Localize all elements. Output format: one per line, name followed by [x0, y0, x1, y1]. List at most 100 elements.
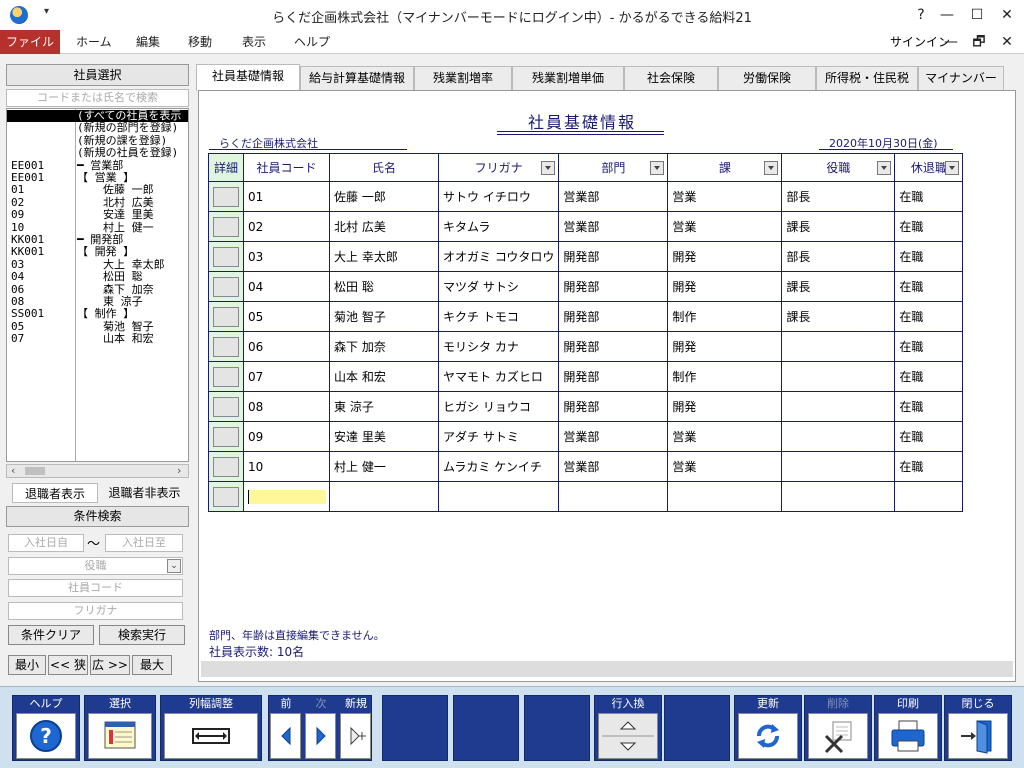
table-cell[interactable]: 在職	[894, 421, 964, 452]
table-cell[interactable]: 課長	[781, 271, 896, 302]
width-narrow-button[interactable]: << 狭	[48, 655, 88, 675]
tree-item[interactable]: 08 東 涼子	[7, 296, 188, 308]
tree-horizontal-scrollbar[interactable]: ‹ ›	[6, 464, 189, 478]
table-cell[interactable]: 森下 加奈	[329, 331, 439, 362]
help-button[interactable]: ヘルプ ?	[12, 695, 80, 761]
table-cell[interactable]: 開発	[667, 271, 783, 302]
table-cell[interactable]: 在職	[894, 271, 964, 302]
role-select[interactable]: 役職 ⌄	[8, 557, 183, 575]
tree-item[interactable]: (新規の部門を登録)	[7, 122, 188, 134]
detail-button[interactable]	[213, 486, 239, 507]
table-cell[interactable]: 北村 広美	[329, 211, 439, 242]
tree-item[interactable]: 01 佐藤 一郎	[7, 184, 188, 196]
empty-cell[interactable]	[437, 481, 560, 512]
table-row[interactable]: 01 佐藤 一郎 サトウ イチロウ 営業部 営業 部長 在職	[208, 181, 964, 212]
table-cell[interactable]: キクチ トモコ	[437, 301, 560, 332]
table-cell[interactable]: 部長	[781, 181, 896, 212]
table-cell[interactable]: オオガミ コウタロウ	[437, 241, 560, 272]
tree-item[interactable]: 07 山本 和宏	[7, 333, 188, 345]
table-cell[interactable]: 営業部	[558, 211, 669, 242]
table-cell[interactable]: 村上 健一	[329, 451, 439, 482]
table-cell[interactable]: ヤマモト カズヒロ	[437, 361, 560, 392]
detail-button[interactable]	[213, 426, 239, 447]
menu-move[interactable]: 移動	[188, 30, 212, 54]
table-cell[interactable]: 開発	[667, 391, 783, 422]
tree-item[interactable]: 09 安達 里美	[7, 209, 188, 221]
table-cell[interactable]: 営業	[667, 421, 783, 452]
table-cell[interactable]: 制作	[667, 361, 783, 392]
prev-button[interactable]: 前	[269, 696, 303, 762]
table-cell[interactable]: 営業	[667, 451, 783, 482]
table-cell[interactable]: マツダ サトシ	[437, 271, 560, 302]
empty-cell[interactable]	[894, 481, 964, 512]
table-cell[interactable]: 営業	[667, 211, 783, 242]
table-cell[interactable]: 在職	[894, 331, 964, 362]
next-button[interactable]: 次	[304, 696, 338, 762]
column-header[interactable]: 部門	[558, 153, 669, 182]
empty-cell[interactable]	[558, 481, 669, 512]
tree-item[interactable]: 02 北村 広美	[7, 196, 188, 209]
filter-dropdown-icon[interactable]	[945, 161, 960, 175]
employee-tree[interactable]: (すべての社員を表示 (新規の部門を登録) (新規の課を登録) (新規の社員を登録) E…	[6, 108, 189, 462]
table-row[interactable]: 05 菊池 智子 キクチ トモコ 開発部 制作 課長 在職	[208, 301, 964, 332]
width-max-button[interactable]: 最大	[132, 655, 172, 675]
tab-3[interactable]: 残業割増単価	[512, 66, 624, 90]
empty-cell[interactable]	[667, 481, 783, 512]
table-cell[interactable]: 大上 幸太郎	[329, 241, 439, 272]
update-button[interactable]: 更新	[734, 695, 802, 761]
table-cell[interactable]	[781, 421, 896, 452]
clear-conditions-button[interactable]: 条件クリア	[8, 625, 94, 645]
table-cell[interactable]: ヒガシ リョウコ	[437, 391, 560, 422]
table-cell[interactable]: キタムラ	[437, 211, 560, 242]
column-header[interactable]: 役職	[781, 153, 896, 182]
filter-dropdown-icon[interactable]	[650, 161, 665, 175]
table-cell[interactable]: 営業部	[558, 181, 669, 212]
detail-button[interactable]	[213, 276, 239, 297]
column-header[interactable]: フリガナ	[437, 153, 560, 182]
table-cell[interactable]	[781, 391, 896, 422]
table-row[interactable]: 02 北村 広美 キタムラ 営業部 営業 課長 在職	[208, 211, 964, 242]
tree-item[interactable]: 10 村上 健一	[7, 221, 188, 234]
table-cell[interactable]: 営業部	[558, 421, 669, 452]
table-cell[interactable]: 10	[243, 451, 330, 482]
row-swap-button[interactable]: 行入換	[594, 695, 662, 761]
table-cell[interactable]: 08	[243, 391, 330, 422]
empty-cell[interactable]	[781, 481, 896, 512]
table-cell[interactable]: 営業部	[558, 451, 669, 482]
filter-dropdown-icon[interactable]	[764, 161, 779, 175]
table-cell[interactable]: 02	[243, 211, 330, 242]
detail-button[interactable]	[213, 456, 239, 477]
table-cell[interactable]	[781, 331, 896, 362]
ribbon-minimize-button[interactable]: —	[940, 31, 962, 53]
table-row[interactable]: 03 大上 幸太郎 オオガミ コウタロウ 開発部 開発 部長 在職	[208, 241, 964, 272]
search-input[interactable]: コードまたは氏名で検索	[6, 89, 189, 107]
table-cell[interactable]: 在職	[894, 211, 964, 242]
column-width-button[interactable]: 列幅調整	[160, 695, 262, 761]
tree-item[interactable]: EE001 ━ 営業部	[7, 159, 188, 172]
menu-file[interactable]: ファイル	[0, 30, 60, 54]
column-header[interactable]: 課	[667, 153, 783, 182]
tree-item[interactable]: EE001 【 営業 】	[7, 172, 188, 184]
scroll-thumb[interactable]	[25, 467, 45, 475]
tab-7[interactable]: マイナンバー	[918, 66, 1004, 90]
table-cell[interactable]: 部長	[781, 241, 896, 272]
table-cell[interactable]: 在職	[894, 391, 964, 422]
tab-6[interactable]: 所得税・住民税	[816, 66, 918, 90]
table-cell[interactable]: 09	[243, 421, 330, 452]
new-record-button[interactable]: 新規	[339, 696, 373, 762]
new-entry-row[interactable]	[208, 481, 964, 512]
tree-item[interactable]: KK001 【 開発 】	[7, 246, 188, 258]
detail-button[interactable]	[213, 366, 239, 387]
main-horizontal-scrollbar[interactable]	[201, 661, 1013, 677]
table-cell[interactable]: 佐藤 一郎	[329, 181, 439, 212]
table-cell[interactable]: 山本 和宏	[329, 361, 439, 392]
table-cell[interactable]: モリシタ カナ	[437, 331, 560, 362]
table-cell[interactable]: 開発	[667, 331, 783, 362]
width-wide-button[interactable]: 広 >>	[90, 655, 130, 675]
menu-help[interactable]: ヘルプ	[294, 30, 330, 54]
column-header[interactable]: 休退職	[894, 153, 964, 182]
table-row[interactable]: 04 松田 聡マツダ サトシ 開発部 開発 課長 在職	[208, 271, 964, 302]
table-cell[interactable]: 在職	[894, 301, 964, 332]
table-row[interactable]: 10 村上 健一 ムラカミ ケンイチ 営業部 営業 在職	[208, 451, 964, 482]
tree-item[interactable]: 04 松田 聡	[7, 271, 188, 283]
